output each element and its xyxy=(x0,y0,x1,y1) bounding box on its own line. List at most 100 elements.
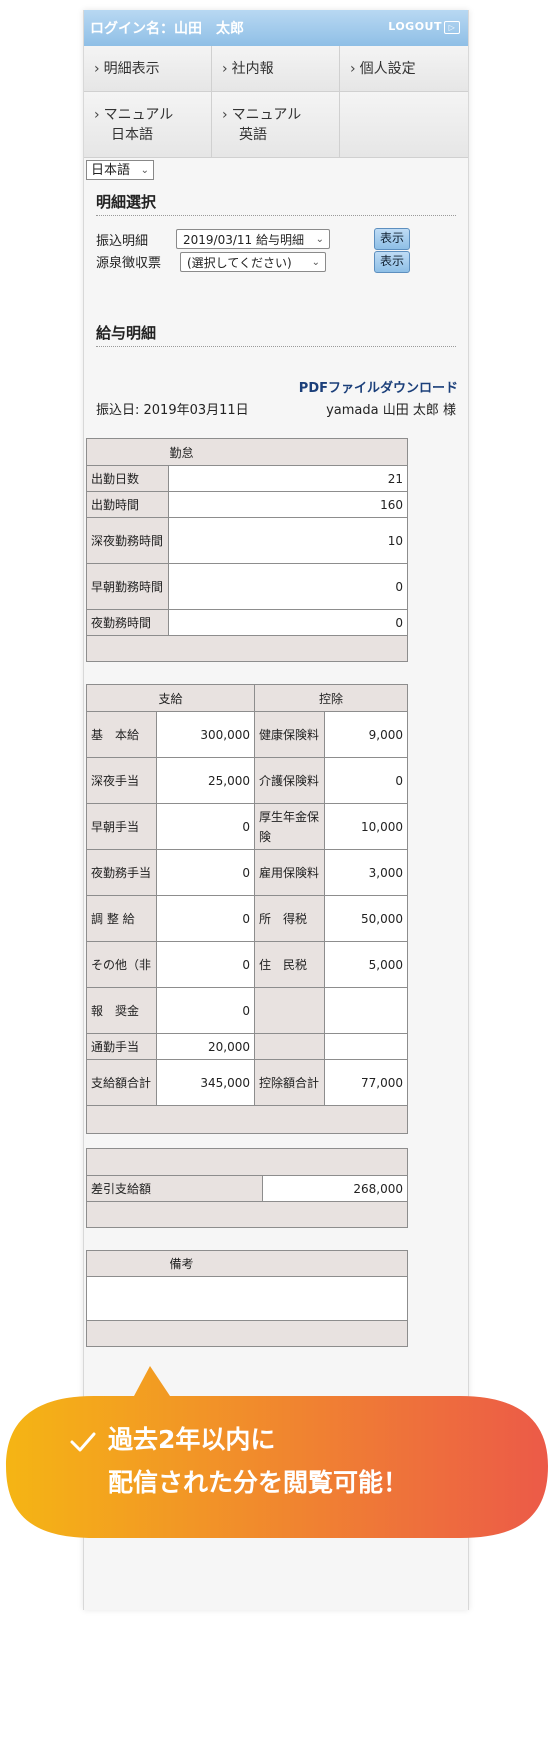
pay-date: 振込日: 2019年03月11日 xyxy=(96,403,249,418)
pdf-download-link[interactable]: PDFファイルダウンロード xyxy=(299,377,458,396)
withholding-select[interactable]: (選択してください) ⌄ xyxy=(180,252,326,272)
callout-line-1: 過去2年以内に xyxy=(108,1425,275,1454)
section-title-detail: 給与明細 xyxy=(96,324,157,342)
chevron-right-icon: › xyxy=(94,61,100,77)
deduct-label xyxy=(254,987,325,1034)
pay-label: 基 本給 xyxy=(86,711,157,758)
chevron-right-icon: › xyxy=(94,107,100,123)
nav-empty-cell xyxy=(340,92,468,158)
pay-value: 0 xyxy=(156,987,255,1034)
pay-header: 支給 xyxy=(86,684,255,712)
deduct-label: 所 得税 xyxy=(254,895,325,942)
table-footer xyxy=(86,1105,408,1134)
pay-label: 早朝手当 xyxy=(86,803,157,850)
pay-value: 0 xyxy=(156,895,255,942)
table-label: 夜勤務時間 xyxy=(86,609,169,636)
pay-value: 20,000 xyxy=(156,1033,255,1060)
section-title-select: 明細選択 xyxy=(96,193,157,211)
table-value: 10 xyxy=(168,517,408,564)
pay-label: 夜勤務手当 xyxy=(86,849,157,896)
chevron-right-icon: › xyxy=(222,107,228,123)
nav-item-newsletter[interactable]: › 社内報 xyxy=(212,46,340,92)
table-footer xyxy=(86,1320,408,1347)
table-value: 160 xyxy=(168,491,408,518)
employee-name: yamada 山田 太郎 様 xyxy=(326,403,456,418)
deduct-value xyxy=(324,987,408,1034)
nav-item-settings[interactable]: › 個人設定 xyxy=(340,46,468,92)
chevron-right-icon: › xyxy=(350,61,356,77)
pay-label: 深夜手当 xyxy=(86,757,157,804)
deduct-value: 5,000 xyxy=(324,941,408,988)
table-label: 深夜勤務時間 xyxy=(86,517,169,564)
pay-table: 支給 控除 基 本給 300,000 健康保険料 9,000 深夜手当 25,000 介護… xyxy=(86,684,408,1134)
table-value: 0 xyxy=(168,609,408,636)
pay-value: 25,000 xyxy=(156,757,255,804)
nav-item-manual-ja[interactable]: › マニュアル 日本語 xyxy=(84,92,212,158)
deduct-label: 住 民税 xyxy=(254,941,325,988)
deduct-label: 雇用保険料 xyxy=(254,849,325,896)
table-header xyxy=(86,1148,408,1176)
attendance-table: 勤怠 出勤日数 21 出勤時間 160 深夜勤務時間 10 早朝勤務時間 0 夜勤務時間… xyxy=(86,438,408,662)
table-label: 出勤日数 xyxy=(86,465,169,492)
pay-label: 通勤手当 xyxy=(86,1033,157,1060)
net-pay-table: 差引支給額 268,000 xyxy=(86,1148,408,1228)
deduct-label xyxy=(254,1033,325,1060)
divider xyxy=(96,346,456,347)
pay-label: その他（非 xyxy=(86,941,157,988)
pay-value: 300,000 xyxy=(156,711,255,758)
pay-total-label: 支給額合計 xyxy=(86,1059,157,1106)
nav-item-statement[interactable]: › 明細表示 xyxy=(84,46,212,92)
deduct-value: 10,000 xyxy=(324,803,408,850)
remarks-body xyxy=(86,1276,408,1321)
deduct-label: 介護保険料 xyxy=(254,757,325,804)
label-transfer: 振込明細 xyxy=(96,234,149,249)
top-bar: ログイン名：山田 太郎 LOGOUT ▷ xyxy=(84,10,468,46)
net-pay-label: 差引支給額 xyxy=(86,1175,263,1202)
deduct-header: 控除 xyxy=(254,684,408,712)
net-pay-value: 268,000 xyxy=(262,1175,408,1202)
remarks-header: 備考 xyxy=(86,1250,408,1277)
pay-total-value: 345,000 xyxy=(156,1059,255,1106)
deduct-value: 0 xyxy=(324,757,408,804)
pay-info: 振込日: 2019年03月11日 yamada 山田 太郎 様 xyxy=(96,399,456,418)
show-withholding-button[interactable]: 表示 xyxy=(374,251,410,273)
login-name: ログイン名：山田 太郎 xyxy=(90,21,244,37)
pay-label: 調 整 給 xyxy=(86,895,157,942)
deduct-value: 50,000 xyxy=(324,895,408,942)
callout-shape xyxy=(6,1366,548,1538)
pay-value: 0 xyxy=(156,941,255,988)
table-label: 出勤時間 xyxy=(86,491,169,518)
deduct-total-label: 控除額合計 xyxy=(254,1059,325,1106)
logout-icon: ▷ xyxy=(444,20,460,34)
deduct-label: 健康保険料 xyxy=(254,711,325,758)
table-label: 早朝勤務時間 xyxy=(86,563,169,610)
label-withholding: 源泉徴収票 xyxy=(96,256,162,271)
remarks-table: 備考 xyxy=(86,1250,408,1347)
table-value: 0 xyxy=(168,563,408,610)
deduct-value xyxy=(324,1033,408,1060)
deduct-label: 厚生年金保険 xyxy=(254,803,325,850)
chevron-right-icon: › xyxy=(222,61,228,77)
show-statement-button[interactable]: 表示 xyxy=(374,228,410,250)
divider xyxy=(96,215,456,216)
table-footer xyxy=(86,1201,408,1228)
language-select[interactable]: 日本語 ⌄ xyxy=(86,160,154,180)
table-header: 勤怠 xyxy=(86,438,408,466)
main-nav: › 明細表示 › 社内報 › 個人設定 › マニュアル 日本語 › マニュアル 英語 xyxy=(84,46,468,158)
callout-bubble: 過去2年以内に 配信された分を閲覧可能！ xyxy=(6,1366,548,1538)
table-value: 21 xyxy=(168,465,408,492)
chevron-down-icon: ⌄ xyxy=(315,234,324,245)
chevron-down-icon: ⌄ xyxy=(311,257,320,268)
pay-value: 0 xyxy=(156,803,255,850)
chevron-down-icon: ⌄ xyxy=(140,165,149,176)
pay-value: 0 xyxy=(156,849,255,896)
statement-select[interactable]: 2019/03/11 給与明細 ⌄ xyxy=(176,229,330,249)
nav-item-manual-en[interactable]: › マニュアル 英語 xyxy=(212,92,340,158)
table-footer xyxy=(86,635,408,662)
deduct-value: 9,000 xyxy=(324,711,408,758)
callout-line-2: 配信された分を閲覧可能！ xyxy=(108,1468,408,1497)
pay-label: 報 奨金 xyxy=(86,987,157,1034)
deduct-total-value: 77,000 xyxy=(324,1059,408,1106)
logout-button[interactable]: LOGOUT ▷ xyxy=(388,20,460,34)
deduct-value: 3,000 xyxy=(324,849,408,896)
